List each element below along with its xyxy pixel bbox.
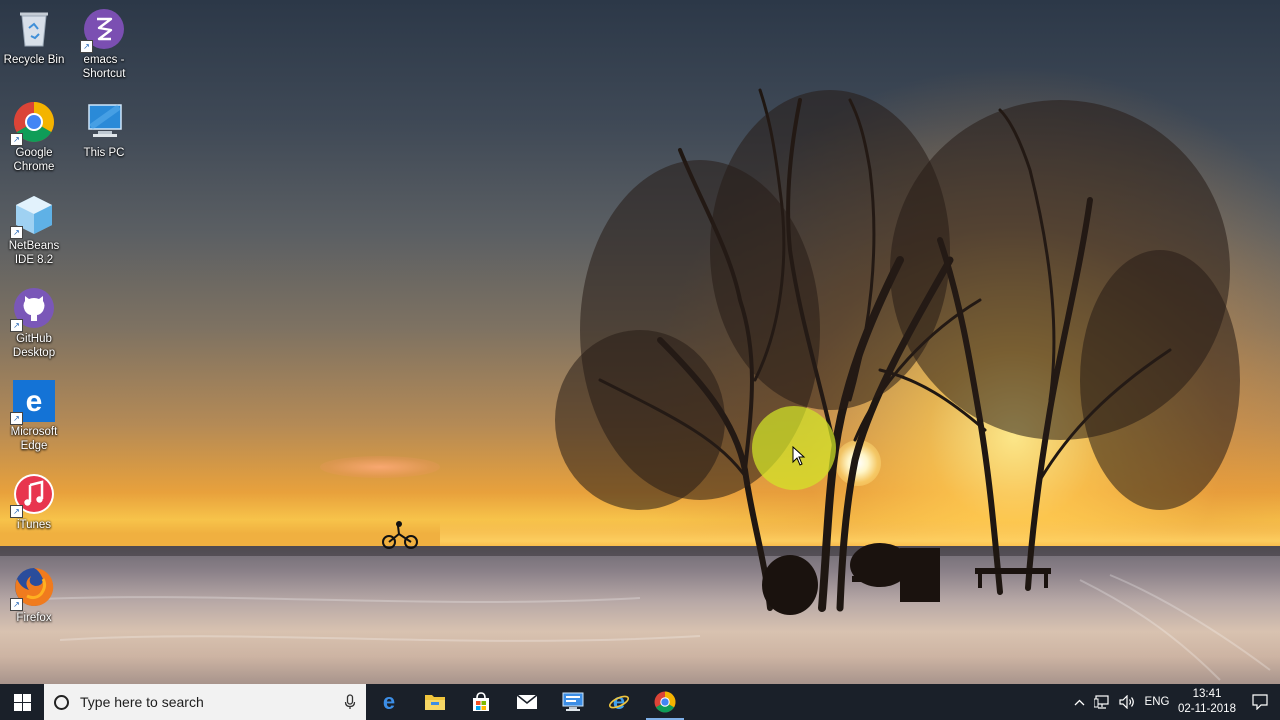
desktop-icon-recycle-bin[interactable]: Recycle Bin — [0, 8, 69, 67]
desktop-icon-label: Google Chrome — [13, 147, 55, 173]
clock-time: 13:41 — [1192, 688, 1222, 700]
file-explorer-icon — [425, 695, 445, 710]
internet-explorer-icon: e — [608, 691, 630, 713]
taskbar-app-chrome[interactable] — [642, 684, 688, 720]
shortcut-arrow-icon: ↗ — [10, 412, 23, 425]
desktop-icon-itunes[interactable]: ↗ iTunes — [0, 473, 69, 532]
svg-text:e: e — [383, 691, 395, 713]
desktop-icon-emacs[interactable]: ↗ emacs - Shortcut — [69, 8, 139, 81]
speaker-icon — [1119, 695, 1134, 709]
network-button[interactable] — [1090, 684, 1114, 720]
remote-desktop-icon — [562, 692, 584, 711]
microphone-icon[interactable] — [344, 694, 356, 710]
edge-icon: e — [383, 691, 395, 713]
desktop-icon-github-desktop[interactable]: ↗ GitHub Desktop — [0, 287, 69, 360]
taskbar: Type here to search e e ENG 13:41 02-11-… — [0, 684, 1280, 720]
desktop-icon-label: NetBeans IDE 8.2 — [8, 240, 60, 266]
shortcut-arrow-icon: ↗ — [80, 40, 93, 53]
desktop-icon-label: Recycle Bin — [3, 54, 65, 66]
taskbar-app-remote-desktop[interactable] — [550, 684, 596, 720]
taskbar-app-store[interactable] — [458, 684, 504, 720]
svg-text:e: e — [613, 691, 625, 713]
chevron-up-icon — [1074, 699, 1084, 705]
desktop-icon-microsoft-edge[interactable]: e ↗ Microsoft Edge — [0, 380, 69, 453]
desktop-icon-label: Microsoft Edge — [10, 426, 58, 452]
taskbar-app-file-explorer[interactable] — [412, 684, 458, 720]
desktop-icon-label: GitHub Desktop — [12, 333, 56, 359]
desktop-wallpaper — [0, 0, 1280, 684]
taskbar-app-internet-explorer[interactable]: e — [596, 684, 642, 720]
taskbar-app-edge[interactable]: e — [366, 684, 412, 720]
netbeans-icon: ↗ — [10, 194, 55, 239]
desktop-icon-label: emacs - Shortcut — [82, 54, 126, 80]
windows-logo-icon — [13, 693, 31, 711]
notification-icon — [1252, 694, 1268, 710]
shortcut-arrow-icon: ↗ — [10, 505, 23, 518]
clock-button[interactable]: 13:41 02-11-2018 — [1174, 684, 1240, 720]
cortana-icon — [54, 694, 69, 710]
emacs-icon: ↗ — [80, 8, 125, 53]
search-placeholder: Type here to search — [80, 694, 204, 710]
chrome-icon: ↗ — [10, 101, 55, 146]
taskbar-app-mail[interactable] — [504, 684, 550, 720]
shortcut-arrow-icon: ↗ — [10, 133, 23, 146]
recycle-bin-icon — [13, 8, 55, 50]
desktop-icon-label: This PC — [83, 147, 125, 159]
desktop-icon-netbeans[interactable]: ↗ NetBeans IDE 8.2 — [0, 194, 69, 267]
itunes-icon: ↗ — [10, 473, 55, 518]
volume-button[interactable] — [1114, 684, 1140, 720]
edge-icon: e ↗ — [10, 380, 55, 425]
shortcut-arrow-icon: ↗ — [10, 598, 23, 611]
shortcut-arrow-icon: ↗ — [10, 319, 23, 332]
network-icon — [1094, 695, 1109, 709]
desktop-icon-firefox[interactable]: ↗ Firefox — [0, 566, 69, 625]
tree-silhouettes — [19, 88, 1271, 681]
desktop-icon-label: iTunes — [16, 519, 52, 531]
system-tray: ENG 13:41 02-11-2018 — [1068, 684, 1280, 720]
clock-date: 02-11-2018 — [1178, 703, 1236, 715]
taskbar-search-box[interactable]: Type here to search — [44, 684, 366, 720]
start-button[interactable] — [0, 684, 44, 720]
shortcut-arrow-icon: ↗ — [10, 226, 23, 239]
github-desktop-icon: ↗ — [10, 287, 55, 332]
show-hidden-icons-button[interactable] — [1068, 684, 1090, 720]
mouse-pointer-icon — [792, 446, 806, 466]
firefox-icon: ↗ — [10, 566, 55, 611]
svg-text:e: e — [26, 385, 43, 418]
desktop-icon-google-chrome[interactable]: ↗ Google Chrome — [0, 101, 69, 174]
chrome-icon — [654, 691, 676, 713]
action-center-button[interactable] — [1240, 684, 1280, 720]
mail-icon — [516, 694, 538, 709]
desktop-icon-label: Firefox — [16, 612, 52, 624]
this-pc-icon — [83, 101, 125, 143]
desktop-icon-this-pc[interactable]: This PC — [69, 101, 139, 160]
store-icon — [473, 692, 489, 711]
input-language-indicator[interactable]: ENG — [1140, 684, 1174, 720]
